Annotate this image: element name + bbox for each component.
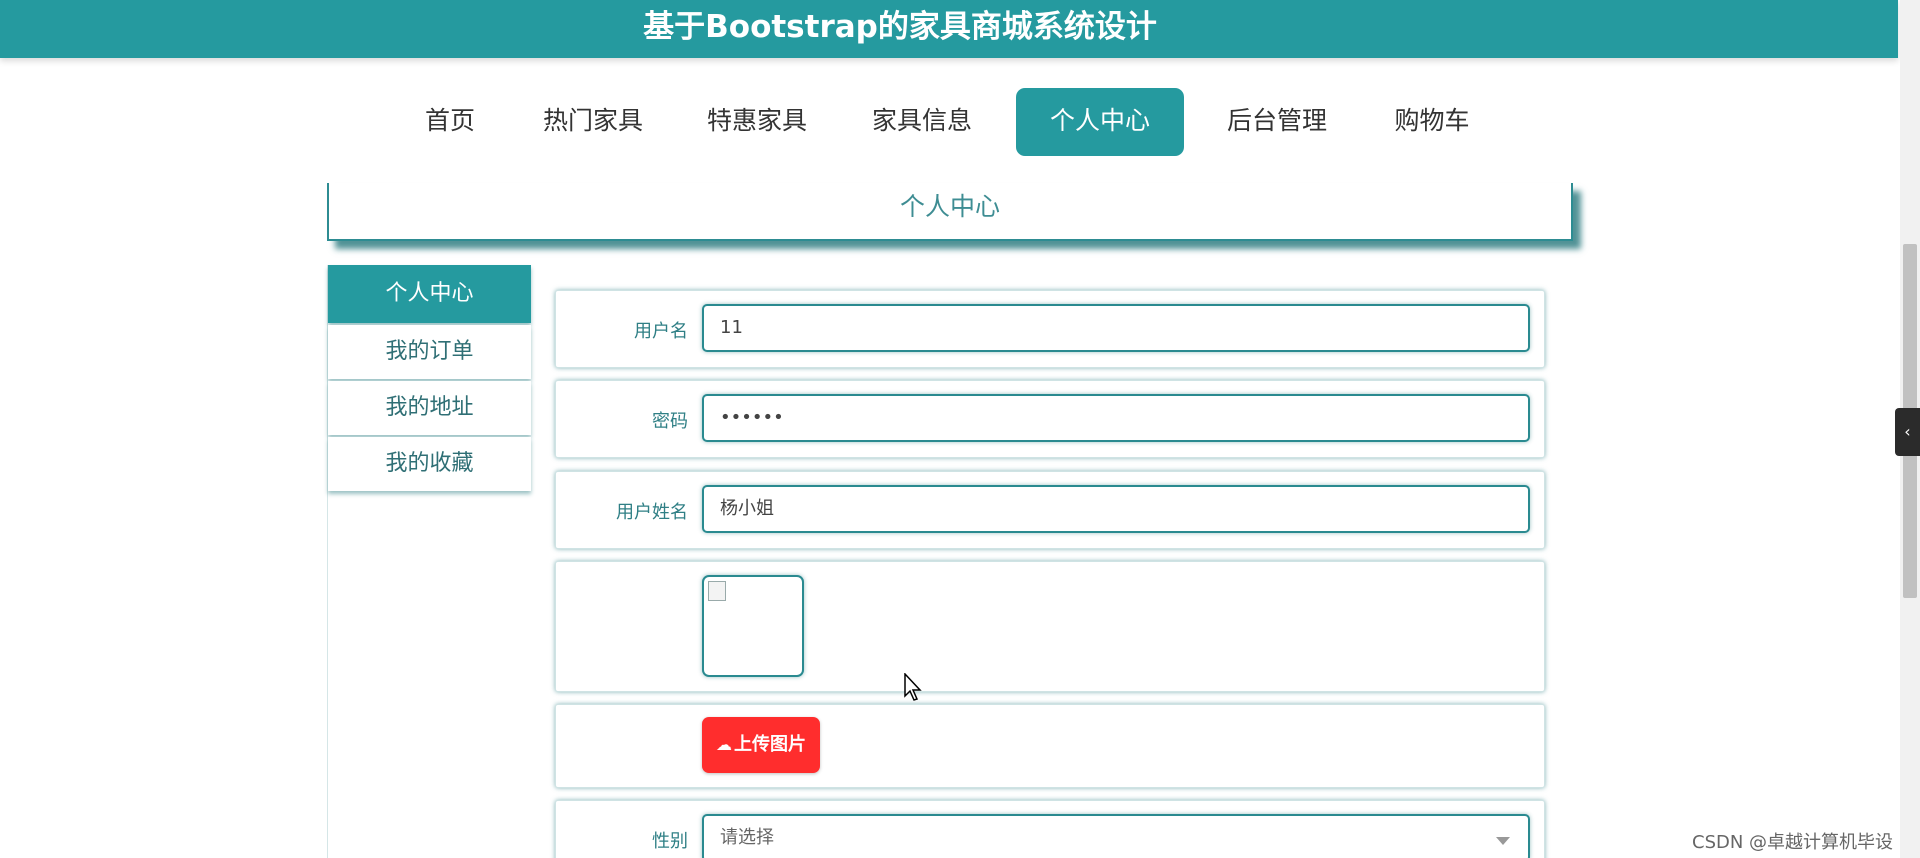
- fullname-label: 用户姓名: [616, 502, 688, 523]
- gender-select-value: 请选择: [720, 827, 774, 848]
- page-heading: 个人中心: [327, 183, 1573, 241]
- fullname-row: 用户姓名 杨小姐: [555, 471, 1545, 549]
- nav-item-admin[interactable]: 后台管理: [1212, 88, 1342, 156]
- nav-item-cart[interactable]: 购物车: [1382, 88, 1482, 156]
- username-input[interactable]: 11: [702, 304, 1530, 352]
- username-row: 用户名 11: [555, 290, 1545, 368]
- cloud-upload-icon: ☁: [716, 735, 732, 754]
- username-label: 用户名: [634, 321, 688, 342]
- page: 基于Bootstrap的家具商城系统设计 首页 热门家具 特惠家具 家具信息 个…: [0, 0, 1920, 858]
- nav-item-personal-center[interactable]: 个人中心: [1016, 88, 1184, 156]
- nav-item-discount-furniture[interactable]: 特惠家具: [692, 88, 822, 156]
- gender-row: 性别 请选择: [555, 800, 1545, 858]
- avatar-image: [702, 575, 804, 677]
- sidebar-item-my-orders[interactable]: 我的订单: [328, 325, 531, 379]
- avatar-row: [555, 561, 1545, 692]
- sidebar-item-my-favorites[interactable]: 我的收藏: [328, 437, 531, 491]
- upload-row: ☁ 上传图片: [555, 704, 1545, 788]
- nav-item-hot-furniture[interactable]: 热门家具: [528, 88, 658, 156]
- main-nav: 首页 热门家具 特惠家具 家具信息 个人中心 后台管理 购物车: [0, 88, 1898, 156]
- gender-label: 性别: [652, 831, 688, 852]
- mouse-cursor-icon: [904, 673, 922, 701]
- broken-image-icon: [708, 581, 726, 601]
- password-label: 密码: [652, 411, 688, 432]
- chevron-down-icon: [1496, 837, 1510, 845]
- upload-image-button[interactable]: ☁ 上传图片: [702, 717, 820, 773]
- nav-item-furniture-info[interactable]: 家具信息: [857, 88, 987, 156]
- gender-select[interactable]: 请选择: [702, 814, 1530, 858]
- nav-item-home[interactable]: 首页: [400, 88, 500, 156]
- site-title: 基于Bootstrap的家具商城系统设计: [643, 9, 1157, 45]
- sidebar: 个人中心 我的订单 我的地址 我的收藏: [327, 265, 531, 858]
- fullname-input[interactable]: 杨小姐: [702, 485, 1530, 533]
- sidebar-item-my-address[interactable]: 我的地址: [328, 381, 531, 435]
- watermark: CSDN @卓越计算机毕设: [1692, 832, 1894, 853]
- top-banner: 基于Bootstrap的家具商城系统设计: [0, 0, 1898, 58]
- password-row: 密码 ••••••: [555, 380, 1545, 458]
- chevron-left-icon[interactable]: ‹: [1895, 408, 1920, 456]
- sidebar-item-personal-center[interactable]: 个人中心: [328, 265, 531, 323]
- upload-image-label: 上传图片: [734, 734, 806, 755]
- password-input[interactable]: ••••••: [702, 394, 1530, 442]
